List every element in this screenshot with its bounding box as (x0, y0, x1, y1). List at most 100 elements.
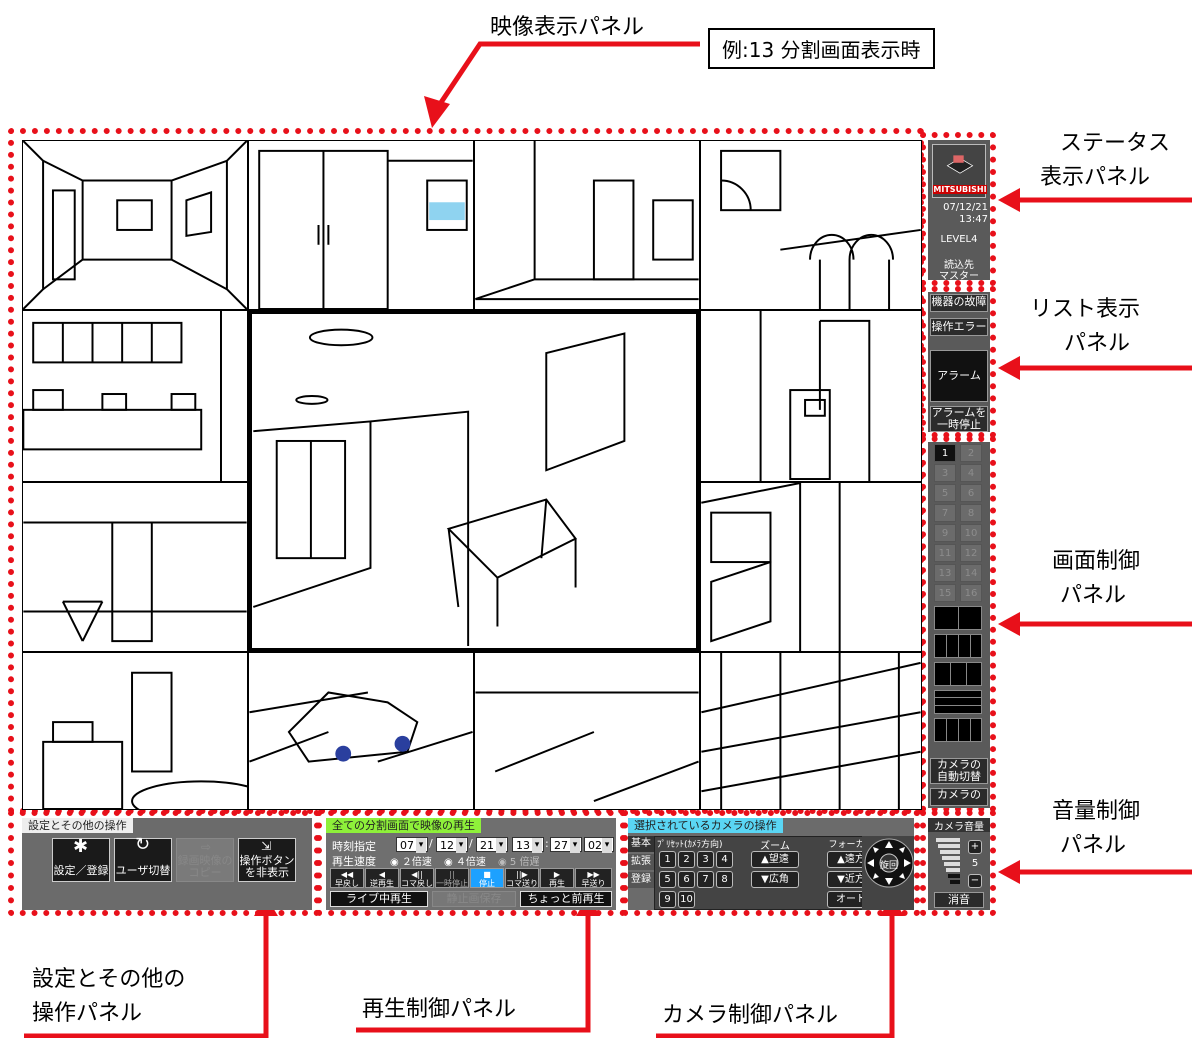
screen-button-3[interactable]: 3 (934, 464, 956, 482)
zoom-wide-button[interactable]: ▼広角 (751, 871, 799, 888)
tab-extend[interactable]: 拡張 (628, 854, 654, 870)
device-fault-button[interactable]: 機器の故障 (930, 294, 988, 312)
pause-button[interactable]: || 一時停止 (435, 868, 469, 888)
screen-button-10[interactable]: 10 (960, 524, 982, 542)
live-play-button[interactable]: ライブ中再生 (330, 891, 428, 907)
layout-9-split-button[interactable] (934, 662, 982, 686)
user-switch-button[interactable]: ↻ ユーザ切替 (114, 836, 172, 882)
preset-button-1[interactable]: 1 (659, 851, 676, 868)
preset-button-2[interactable]: 2 (678, 851, 695, 868)
video-cell-main[interactable] (248, 310, 700, 652)
reverse-button[interactable]: ◀ 逆再生 (365, 868, 399, 888)
hide-buttons-button[interactable]: ⇲ 操作ボタン を非表示 (238, 838, 296, 882)
video-cell-2[interactable] (248, 140, 474, 310)
operation-error-button[interactable]: 操作エラー (930, 318, 988, 336)
layout-4-split-button[interactable] (934, 634, 982, 658)
fast-forward-icon: ▶▶ (587, 870, 600, 879)
alarm-button[interactable]: アラーム (930, 350, 988, 402)
brand-label: MITSUBISHI (933, 185, 987, 194)
speed-slow-radio[interactable]: ◉ 5 倍遅 (498, 853, 539, 868)
zoom-tele-button[interactable]: ▲望遠 (751, 851, 799, 868)
preset-button-4[interactable]: 4 (716, 851, 733, 868)
replay-before-button[interactable]: ちょっと前再生 (520, 891, 612, 907)
tab-register[interactable]: 登録 (628, 872, 654, 888)
settings-register-button[interactable]: ✱ 設定／登録 (52, 838, 110, 882)
preset-button-3[interactable]: 3 (697, 851, 714, 868)
volume-down-button[interactable]: − (968, 874, 982, 888)
minute-select[interactable]: 27 (550, 837, 582, 853)
frame-back-button[interactable]: ◀|| コマ戻し (400, 868, 434, 888)
camera-cut-button[interactable]: カメラの (930, 788, 988, 806)
video-cell-3[interactable] (474, 140, 700, 310)
screen-button-11[interactable]: 11 (934, 544, 956, 562)
time-separator-1: : (545, 837, 549, 850)
camera-controls-area: ﾌﾟﾘｾｯﾄ(ｶﾒﾗ方向) 1 2 3 4 5 6 7 8 9 10 ズーム ▲… (654, 836, 886, 910)
preset-button-9[interactable]: 9 (659, 891, 676, 908)
copy-recording-button[interactable]: ⇨ 録画映像の コピー (176, 838, 234, 882)
playback-panel-callout: 再生制御パネル (362, 997, 517, 1022)
screen-button-7[interactable]: 7 (934, 504, 956, 522)
preset-button-6[interactable]: 6 (678, 871, 695, 888)
volume-up-button[interactable]: + (968, 840, 982, 854)
tab-basic[interactable]: 基本 (628, 836, 654, 852)
screen-button-13[interactable]: 13 (934, 564, 956, 582)
mute-button[interactable]: 消音 (934, 892, 984, 908)
screen-button-1[interactable]: 1 (934, 444, 956, 462)
screen-button-16[interactable]: 16 (960, 584, 982, 602)
hour-select[interactable]: 13 (512, 837, 544, 853)
second-select[interactable]: 02 (584, 837, 614, 853)
video-cell-11[interactable] (474, 652, 700, 810)
building-icon (946, 155, 974, 174)
stop-button[interactable]: ■ 停止 (470, 868, 504, 888)
screen-button-2[interactable]: 2 (960, 444, 982, 462)
resize-icon: ⇲ (261, 839, 272, 853)
screen-button-12[interactable]: 12 (960, 544, 982, 562)
video-cell-4[interactable] (700, 140, 922, 310)
counter-scene-icon (42, 671, 247, 809)
fast-forward-button[interactable]: ▶▶ 早送り (575, 868, 612, 888)
video-cell-10[interactable] (248, 652, 474, 810)
month-select[interactable]: 12 (436, 837, 468, 853)
frame-forward-button[interactable]: ||▶ コマ送り (505, 868, 539, 888)
video-cell-12[interactable] (700, 652, 922, 810)
screen-button-4[interactable]: 4 (960, 464, 982, 482)
preset-button-7[interactable]: 7 (697, 871, 714, 888)
speed-2x-label: ２倍速 (401, 857, 432, 868)
speed-2x-radio[interactable]: ◉ ２倍速 (390, 853, 432, 868)
zoom-label: ズーム (760, 841, 790, 852)
camera-title: 選択されているカメラの操作 (628, 818, 783, 833)
screen-button-9[interactable]: 9 (934, 524, 956, 542)
camera-auto-switch-button[interactable]: カメラの 自動切替 (930, 758, 988, 784)
screen-button-15[interactable]: 15 (934, 584, 956, 602)
preset-button-10[interactable]: 10 (678, 891, 695, 908)
day-select[interactable]: 21 (476, 837, 508, 853)
settings-register-label: 設定／登録 (53, 864, 109, 877)
layout-16-split-button[interactable] (934, 718, 982, 742)
video-cell-8[interactable] (700, 482, 922, 652)
speed-4x-radio[interactable]: ◉ ４倍速 (444, 853, 486, 868)
screen-button-8[interactable]: 8 (960, 504, 982, 522)
screen-button-14[interactable]: 14 (960, 564, 982, 582)
user-switch-label: ユーザ切替 (115, 864, 171, 877)
pause-alarm-button[interactable]: アラームを 一時停止 (930, 406, 988, 432)
status-panel: MITSUBISHI 07/12/21 13:47 LEVEL4 読込先 マスタ… (928, 140, 990, 282)
layout-2-split-button[interactable] (934, 606, 982, 630)
save-still-button[interactable]: 静止画保存 (432, 891, 516, 907)
parking-scene-icon (475, 691, 699, 803)
screen-button-6[interactable]: 6 (960, 484, 982, 502)
play-button[interactable]: ▶ 再生 (540, 868, 574, 888)
preset-button-5[interactable]: 5 (659, 871, 676, 888)
rewind-button[interactable]: ◀◀ 早戻し (330, 868, 364, 888)
video-cell-1[interactable] (22, 140, 248, 310)
video-cell-6[interactable] (22, 482, 248, 652)
video-cell-7[interactable] (700, 310, 922, 482)
frame-forward-icon: ||▶ (516, 870, 528, 879)
screen-button-5[interactable]: 5 (934, 484, 956, 502)
video-cell-9[interactable] (22, 652, 248, 810)
year-select[interactable]: 07 (396, 837, 428, 853)
layout-13-split-button[interactable] (934, 690, 982, 714)
video-cell-5[interactable] (22, 310, 248, 482)
date-separator-1: / (429, 837, 433, 850)
preset-button-8[interactable]: 8 (716, 871, 733, 888)
entrance-scene-icon (258, 149, 473, 309)
